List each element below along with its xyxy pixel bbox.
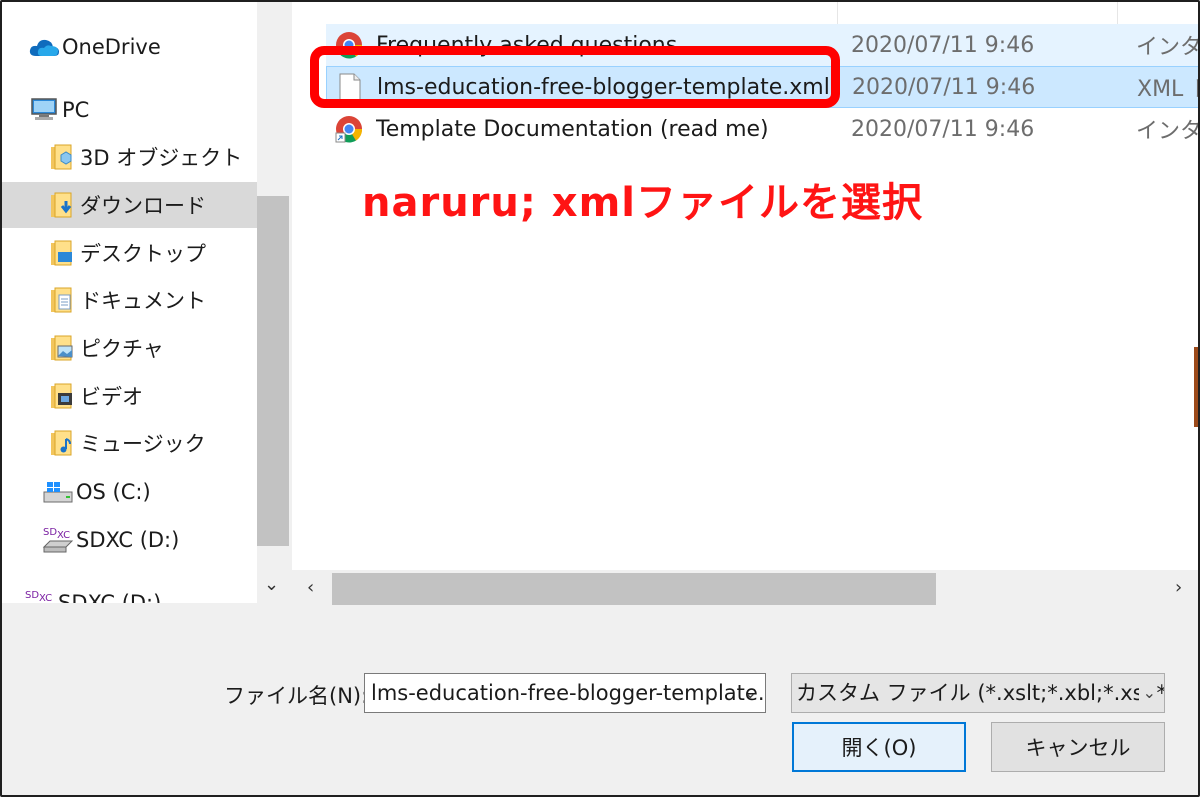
nav-item-label: ダウンロード	[80, 194, 206, 218]
horizontal-scroll-thumb[interactable]	[332, 573, 936, 605]
nav-item-os-c[interactable]: OS (C:)	[2, 469, 257, 515]
nav-item-label: ビデオ	[80, 385, 143, 409]
nav-item-downloads[interactable]: ダウンロード	[2, 182, 257, 228]
3d-objects-folder-icon	[46, 141, 78, 173]
file-date: 2020/07/11 9:46	[851, 32, 1035, 58]
file-list-horizontal-scrollbar[interactable]: ‹ ›	[299, 573, 1198, 605]
nav-item-sdxc-d[interactable]: SD XC SDXC (D:)	[2, 517, 257, 563]
svg-text:SD: SD	[43, 527, 57, 538]
nav-item-label: OneDrive	[62, 35, 161, 59]
file-row-documentation[interactable]: Template Documentation (read me) 2020/07…	[326, 108, 1198, 150]
file-date: 2020/07/11 9:46	[852, 74, 1036, 100]
windows-drive-icon	[42, 476, 74, 508]
chevron-left-icon[interactable]: ‹	[307, 577, 314, 598]
nav-item-label: ミュージック	[80, 432, 206, 456]
nav-item-label: PC	[62, 98, 90, 122]
nav-item-3d-objects[interactable]: 3D オブジェクト	[2, 134, 257, 180]
nav-item-music[interactable]: ミュージック	[2, 420, 257, 466]
filename-value: lms-education-free-blogger-template.xml	[371, 681, 766, 705]
open-button-label: 開く(O)	[841, 736, 917, 760]
chevron-down-icon[interactable]: ⌄	[744, 674, 757, 712]
file-date: 2020/07/11 9:46	[851, 116, 1035, 142]
nav-item-documents[interactable]: ドキュメント	[2, 277, 257, 323]
filename-label: ファイル名(N):	[224, 684, 369, 708]
nav-item-onedrive[interactable]: OneDrive	[2, 24, 257, 70]
nav-item-label: ピクチャ	[80, 337, 164, 361]
navigation-pane: OneDrive PC 3D オブジェクト ダウンロード デスクトップ ドキュメ…	[2, 2, 257, 603]
sdxc-drive-icon: SD XC	[42, 524, 74, 556]
filetype-select[interactable]: カスタム ファイル (*.xslt;*.xbl;*.xsl;*.xml) ⌄	[791, 673, 1165, 713]
filename-input[interactable]: lms-education-free-blogger-template.xml …	[364, 673, 766, 713]
nav-item-label: 3D オブジェクト	[80, 146, 243, 170]
file-name: Template Documentation (read me)	[376, 116, 769, 142]
chevron-down-icon[interactable]: ⌄	[1138, 674, 1156, 712]
desktop-folder-icon	[46, 237, 78, 269]
nav-item-pictures[interactable]: ピクチャ	[2, 325, 257, 371]
nav-item-desktop[interactable]: デスクトップ	[2, 230, 257, 276]
nav-item-sdxc-d-root[interactable]: SD XC SDXC (D:)	[2, 580, 257, 603]
sdxc-drive-icon: SD XC	[24, 587, 56, 603]
nav-item-label: SDXC (D:)	[58, 591, 162, 603]
nav-item-label: SDXC (D:)	[76, 528, 180, 552]
nav-item-videos[interactable]: ビデオ	[2, 373, 257, 419]
background-window-edge	[1194, 347, 1198, 427]
svg-text:XC: XC	[57, 530, 70, 541]
nav-vertical-scrollbar[interactable]: ⌄	[257, 2, 289, 603]
file-type: インター	[1136, 35, 1198, 60]
red-highlight-box	[310, 46, 840, 108]
svg-text:XC: XC	[39, 593, 52, 603]
pictures-folder-icon	[46, 332, 78, 364]
open-button[interactable]: 開く(O)	[792, 722, 966, 772]
handwritten-annotation: naruru; xmlファイルを選択	[362, 180, 923, 226]
file-type: インター	[1136, 119, 1198, 144]
nav-item-label: OS (C:)	[76, 480, 151, 504]
chevron-down-icon[interactable]: ⌄	[264, 574, 279, 595]
svg-text:SD: SD	[25, 590, 39, 601]
nav-item-label: ドキュメント	[80, 289, 206, 313]
videos-folder-icon	[46, 380, 78, 412]
chrome-shortcut-icon	[334, 114, 364, 144]
nav-scroll-thumb[interactable]	[257, 196, 289, 546]
nav-item-label: デスクトップ	[80, 242, 206, 266]
cancel-button[interactable]: キャンセル	[991, 722, 1165, 772]
file-type: XML ド	[1137, 77, 1198, 102]
downloads-folder-icon	[46, 189, 78, 221]
file-open-dialog: OneDrive PC 3D オブジェクト ダウンロード デスクトップ ドキュメ…	[0, 0, 1200, 797]
documents-folder-icon	[46, 284, 78, 316]
cancel-button-label: キャンセル	[1025, 736, 1131, 760]
chevron-right-icon[interactable]: ›	[1175, 577, 1182, 598]
onedrive-cloud-icon	[28, 31, 60, 63]
music-folder-icon	[46, 427, 78, 459]
pc-icon	[28, 94, 60, 126]
nav-item-pc[interactable]: PC	[2, 87, 257, 133]
filetype-value: カスタム ファイル (*.xslt;*.xbl;*.xsl;*.xml)	[796, 681, 1164, 705]
